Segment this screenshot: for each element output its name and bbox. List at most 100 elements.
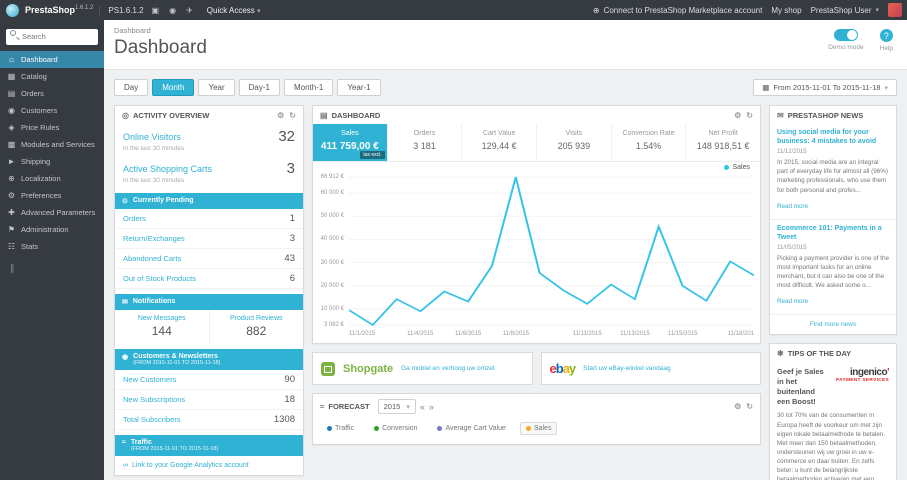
sidebar-item-stats[interactable]: ☷ Stats bbox=[0, 238, 104, 255]
active-carts-value: 3 bbox=[286, 160, 295, 177]
sidebar-item-preferences[interactable]: ⚙ Preferences bbox=[0, 187, 104, 204]
kpi-net-profit-tile[interactable]: Net Profit 148 918,51 € bbox=[686, 124, 760, 161]
forecast-next-button[interactable]: » bbox=[429, 402, 434, 412]
ingenico-logo-text: ingenico' bbox=[835, 367, 889, 378]
sidebar-item-label: Localization bbox=[21, 173, 61, 183]
kpi-conversion-rate-tile[interactable]: Conversion Rate 1.54% bbox=[612, 124, 687, 161]
traffic-banner: ≈ Traffic (FROM 2015-11-01 TO 2015-11-18) bbox=[115, 435, 303, 456]
active-carts-row[interactable]: Active Shopping Carts 3 bbox=[115, 156, 303, 177]
refresh-icon[interactable]: ↻ bbox=[746, 402, 753, 411]
ebay-letter: y bbox=[568, 361, 576, 376]
sidebar-collapse-button[interactable]: ∥ bbox=[0, 255, 104, 282]
forecast-prev-button[interactable]: « bbox=[420, 402, 425, 412]
shopgate-promo-link[interactable]: Ga mobiel en verhoog uw omzet bbox=[401, 365, 495, 372]
kpi-label: Visits bbox=[565, 130, 583, 137]
forecast-legend-conversion[interactable]: Conversion bbox=[368, 422, 423, 435]
x-tick-label: 11/13/2015 bbox=[620, 331, 650, 337]
sales-chart: 66 912 € 60 000 € 50 000 € 40 000 € 30 000 €… bbox=[313, 162, 760, 330]
forecast-year-select[interactable]: 2015 ▾ bbox=[377, 399, 416, 414]
chart-legend[interactable]: Sales bbox=[724, 164, 750, 171]
my-shop-link[interactable]: My shop bbox=[771, 6, 801, 15]
filter-day-button[interactable]: Day bbox=[114, 79, 149, 96]
pending-returns-row[interactable]: Return/Exchanges 3 bbox=[115, 229, 303, 249]
customers-banner-text: Customers & Newsletters bbox=[133, 353, 218, 360]
cell-label: New Messages bbox=[137, 315, 186, 322]
news-item-title[interactable]: Using social media for your business: 4 … bbox=[777, 128, 889, 146]
dashboard-panel-icon: ▤ bbox=[320, 111, 328, 120]
profile-icon[interactable]: ◉ bbox=[167, 6, 178, 15]
kpi-visits-tile[interactable]: Visits 205 939 bbox=[537, 124, 612, 161]
online-visitors-row[interactable]: Online Visitors 32 bbox=[115, 124, 303, 145]
shipping-icon: ► bbox=[7, 156, 16, 166]
traffic-icon: ≈ bbox=[122, 439, 126, 446]
out-of-stock-row[interactable]: Out of Stock Products 6 bbox=[115, 269, 303, 289]
customers-icon: ◉ bbox=[8, 105, 15, 115]
sidebar-item-shipping[interactable]: ► Shipping bbox=[0, 153, 104, 170]
active-carts-subtitle: in the last 30 minutes bbox=[123, 177, 185, 184]
filter-year-1-button[interactable]: Year-1 bbox=[337, 79, 381, 96]
quick-access-menu[interactable]: Quick Access ▾ bbox=[201, 6, 267, 15]
globe-icon: ⊕ bbox=[592, 5, 600, 15]
kpi-cart-value-tile[interactable]: Cart Value 129,44 € bbox=[462, 124, 538, 161]
legend-label: Sales bbox=[732, 164, 750, 171]
user-menu[interactable]: PrestaShop User ▾ bbox=[811, 6, 879, 15]
forecast-legend-average-cart-value[interactable]: Average Cart Value bbox=[431, 422, 511, 435]
page-header: Dashboard Dashboard Demo mode ? Help bbox=[104, 20, 907, 70]
new-subscriptions-row[interactable]: New Subscriptions 18 bbox=[115, 390, 303, 410]
gear-icon[interactable]: ⚙ bbox=[277, 111, 284, 120]
forecast-legend-sales[interactable]: Sales bbox=[519, 422, 558, 435]
y-tick-label: 3 082 € bbox=[323, 321, 344, 328]
abandoned-carts-row[interactable]: Abandoned Carts 43 bbox=[115, 249, 303, 269]
refresh-icon[interactable]: ↻ bbox=[746, 111, 753, 120]
filter-month-button[interactable]: Month bbox=[152, 79, 195, 96]
new-customers-row[interactable]: New Customers 90 bbox=[115, 370, 303, 390]
search-input[interactable] bbox=[6, 28, 98, 45]
right-column: ✉ PRESTASHOP NEWS Using social media for… bbox=[769, 105, 897, 480]
pending-orders-row[interactable]: Orders 1 bbox=[115, 209, 303, 229]
ingenico-logo-dot: ' bbox=[887, 367, 889, 379]
kpi-orders-tile[interactable]: Orders 3 181 bbox=[388, 124, 463, 161]
forecast-legend-traffic[interactable]: Traffic bbox=[321, 422, 360, 435]
sidebar-item-modules[interactable]: ▩ Modules and Services bbox=[0, 136, 104, 153]
sidebar-item-dashboard[interactable]: ⌂ Dashboard bbox=[0, 50, 104, 68]
google-analytics-link[interactable]: ∞ Link to your Google Analytics account bbox=[115, 456, 303, 475]
sidebar-item-administration[interactable]: ⚑ Administration bbox=[0, 221, 104, 238]
sidebar-item-advanced-parameters[interactable]: ✚ Advanced Parameters bbox=[0, 204, 104, 221]
ebay-promo-card[interactable]: ebay Start uw eBay-winkel vandaag bbox=[540, 352, 761, 385]
plane-icon[interactable]: ✈ bbox=[184, 6, 195, 15]
orders-icon: ▤ bbox=[7, 88, 16, 98]
demo-mode-toggle[interactable] bbox=[833, 29, 858, 41]
product-reviews-cell[interactable]: Product Reviews 882 bbox=[208, 310, 304, 344]
gear-icon[interactable]: ⚙ bbox=[734, 402, 741, 411]
online-visitors-label: Online Visitors bbox=[123, 131, 181, 142]
filter-year-button[interactable]: Year bbox=[198, 79, 235, 96]
user-avatar[interactable] bbox=[888, 3, 902, 17]
filter-month-1-button[interactable]: Month-1 bbox=[283, 79, 334, 96]
refresh-icon[interactable]: ↻ bbox=[289, 111, 296, 120]
kpi-sales-tile[interactable]: Sales 411 759,00 € tax excl. bbox=[313, 124, 388, 161]
demo-mode-label: Demo mode bbox=[828, 44, 864, 51]
sidebar-item-catalog[interactable]: ▦ Catalog bbox=[0, 68, 104, 85]
sidebar-item-orders[interactable]: ▤ Orders bbox=[0, 85, 104, 102]
shopgate-promo-card[interactable]: Shopgate Ga mobiel en verhoog uw omzet bbox=[312, 352, 533, 385]
sidebar-item-price-rules[interactable]: ◈ Price Rules bbox=[0, 119, 104, 136]
read-more-link[interactable]: Read more bbox=[777, 298, 808, 305]
sidebar-item-localization[interactable]: ⊕ Localization bbox=[0, 170, 104, 187]
forecast-legend: Traffic Conversion Average Cart Value Sa… bbox=[313, 418, 760, 444]
new-messages-cell[interactable]: New Messages 144 bbox=[115, 310, 209, 344]
find-more-news-link[interactable]: Find more news bbox=[770, 315, 896, 334]
ebay-promo-link[interactable]: Start uw eBay-winkel vandaag bbox=[583, 365, 670, 372]
prestashop-news-panel: ✉ PRESTASHOP NEWS Using social media for… bbox=[769, 105, 897, 336]
news-item-title[interactable]: Ecommerce 101: Payments in a Tweet bbox=[777, 224, 889, 242]
gear-icon[interactable]: ⚙ bbox=[734, 111, 741, 120]
read-more-link[interactable]: Read more bbox=[777, 203, 808, 210]
help-icon[interactable]: ? bbox=[879, 29, 893, 42]
dashboard-panel-title: DASHBOARD bbox=[331, 111, 381, 120]
filter-day-1-button[interactable]: Day-1 bbox=[238, 79, 280, 96]
total-subscribers-row[interactable]: Total Subscribers 1308 bbox=[115, 410, 303, 430]
row-value: 1308 bbox=[273, 414, 295, 425]
marketplace-link[interactable]: ⊕ Connect to PrestaShop Marketplace accou… bbox=[593, 6, 762, 15]
sidebar-item-customers[interactable]: ◉ Customers bbox=[0, 102, 104, 119]
date-range-picker[interactable]: ▦ From 2015-11-01 To 2015-11-18 ▾ bbox=[753, 79, 897, 96]
cart-icon[interactable]: ▣ bbox=[150, 6, 162, 15]
